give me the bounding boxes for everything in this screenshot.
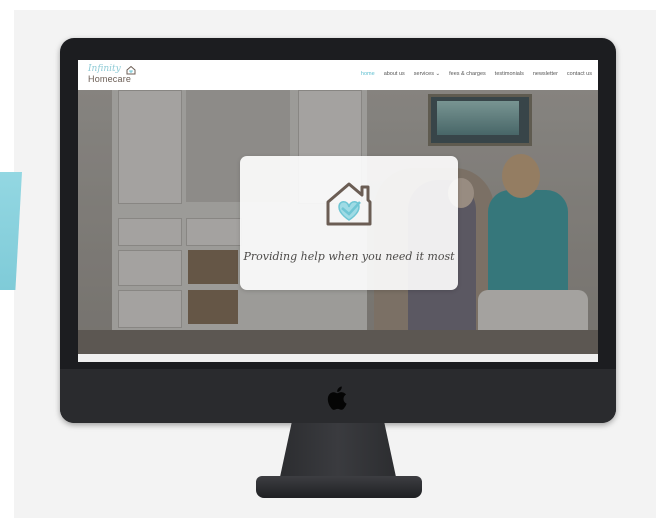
site-logo[interactable]: Infinity Homecare [88,64,140,88]
main-nav: home about us services ⌄ fees & charges … [361,71,592,77]
hero-tagline: Providing help when you need it most [243,250,455,263]
hero-section: Providing help when you need it most [78,90,598,354]
nav-item-about-us[interactable]: about us [384,71,405,77]
logo-house-icon [126,65,136,75]
nav-item-contact-us[interactable]: contact us [567,71,592,77]
site-header: Infinity Homecare home about us services… [78,60,598,90]
hero-card: Providing help when you need it most [240,156,458,290]
nav-item-home[interactable]: home [361,71,375,77]
monitor-screen: Infinity Homecare home about us services… [78,60,598,362]
nav-item-newsletter[interactable]: newsletter [533,71,558,77]
nav-item-services[interactable]: services ⌄ [414,71,440,77]
page-background: Infinity Homecare home about us services… [0,0,670,522]
house-heart-icon [326,182,372,226]
apple-logo-icon [327,386,347,410]
page-below-fold [78,354,598,362]
logo-main-text: Homecare [88,74,132,84]
monitor-base [256,476,422,498]
monitor-stand [280,423,396,477]
logo-script-text: Infinity [88,64,121,74]
nav-item-testimonials[interactable]: testimonials [495,71,524,77]
nav-item-fees-charges[interactable]: fees & charges [449,71,486,77]
